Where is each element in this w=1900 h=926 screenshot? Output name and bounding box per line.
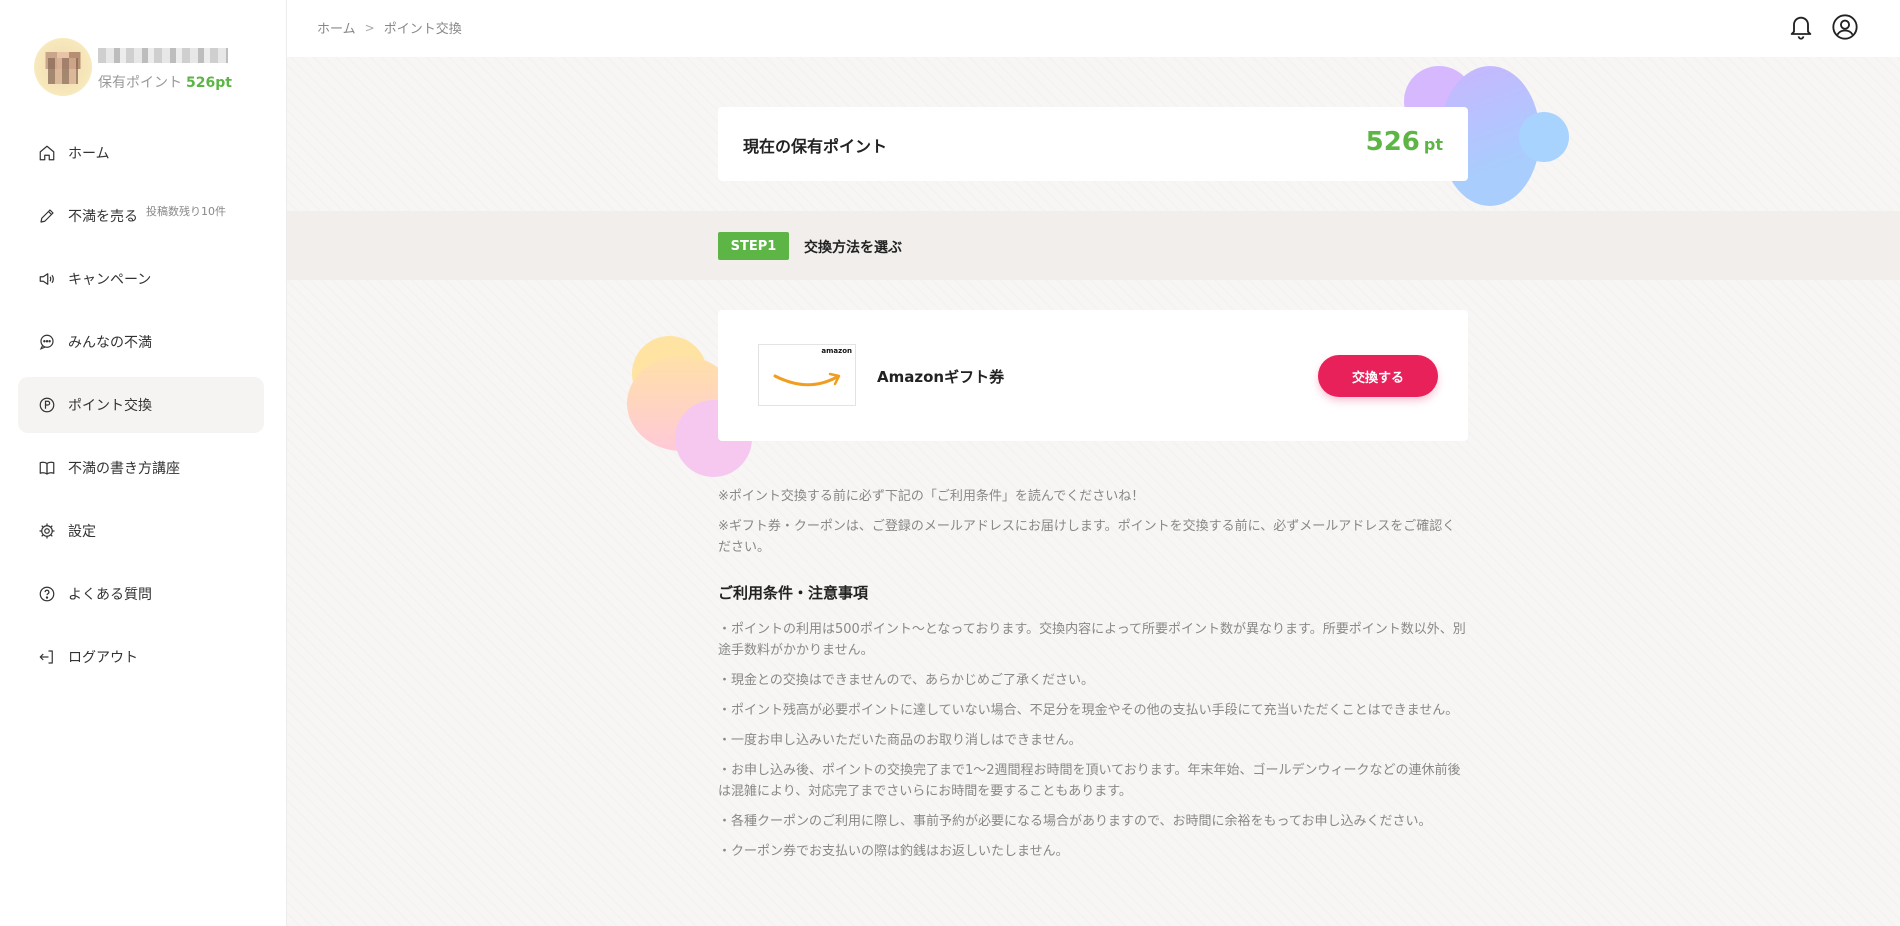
notes-section: ※ポイント交換する前に必ず下記の「ご利用条件」を読んでくださいね！ ※ギフト券・… [718, 486, 1468, 871]
sidebar-item-faq[interactable]: よくある質問 [18, 566, 264, 622]
sidebar-item-logout[interactable]: ログアウト [18, 629, 264, 685]
term-item: ・現金との交換はできませんので、あらかじめご了承ください。 [718, 673, 1094, 688]
terms-title: ご利用条件・注意事項 [718, 584, 869, 602]
sidebar-item-label: よくある質問 [68, 587, 152, 603]
breadcrumb-current: ポイント交換 [383, 22, 462, 37]
username: ■■■ ■■■ ■■■ [98, 48, 228, 63]
chat-icon [39, 334, 54, 350]
term-item: ・クーポン券でお支払いの際は釣銭はお返しいたしません。 [718, 844, 1069, 859]
step-title: 交換方法を選ぶ [804, 240, 902, 256]
term-item: ・各種クーポンのご利用に際し、事前予約が必要になる場合がありますので、お時間に余… [718, 814, 1432, 829]
logout-icon [39, 650, 53, 664]
notification-bell-icon[interactable] [1787, 13, 1815, 41]
breadcrumb-separator: > [364, 20, 375, 35]
gear-icon [39, 523, 55, 539]
sidebar-item-sell[interactable]: 不満を売る 投稿数残り10件 [18, 188, 264, 244]
term-item: ・ポイント残高が必要ポイントに達していない場合、不足分を現金やその他の支払い手段… [718, 703, 1459, 718]
help-icon [39, 586, 55, 602]
points-label: 保有ポイント [98, 75, 182, 91]
sidebar-item-label: 不満の書き方講座 [68, 461, 180, 477]
sidebar-item-label: みんなの不満 [68, 335, 152, 351]
breadcrumb: ホーム > ポイント交換 [317, 18, 462, 38]
term-item: ・ポイントの利用は500ポイント〜となっております。交換内容によって所要ポイント… [718, 622, 1466, 658]
points-unit: pt [1423, 135, 1443, 154]
main-content: ホーム > ポイント交換 現在の保有ポイント 526 pt STEP1 交換方法を… [287, 0, 1900, 926]
exchange-button[interactable]: 交換する [1318, 355, 1438, 397]
sidebar-item-label: ログアウト [68, 650, 138, 666]
top-bar: ホーム > ポイント交換 [287, 0, 1900, 57]
sidebar: ■■■ ■■■ ■■■ 保有ポイント526pt ホーム 不満を売る 投稿数残り1… [0, 0, 287, 926]
book-icon [39, 461, 55, 475]
sidebar-item-label: 設定 [68, 524, 96, 540]
term-item: ・一度お申し込みいただいた商品のお取り消しはできません。 [718, 733, 1082, 748]
amazon-smile-icon [773, 372, 841, 387]
sidebar-item-label: 不満を売る [68, 209, 138, 225]
sidebar-item-label: キャンペーン [68, 272, 152, 288]
avatar[interactable] [34, 38, 92, 96]
note-text: ※ポイント交換する前に必ず下記の「ご利用条件」を読んでくださいね！ [718, 489, 1145, 504]
sidebar-item-everyone[interactable]: みんなの不満 [18, 314, 264, 370]
gift-name: Amazonギフト券 [877, 368, 1005, 386]
points-value: 526pt [186, 75, 232, 91]
profile-block: ■■■ ■■■ ■■■ 保有ポイント526pt [34, 38, 274, 98]
step-band: STEP1 交換方法を選ぶ [287, 211, 1900, 280]
term-item: ・お申し込み後、ポイントの交換完了まで1〜2週間程お時間を頂いております。年末年… [718, 763, 1461, 799]
sidebar-item-settings[interactable]: 設定 [18, 503, 264, 559]
sidebar-nav: ホーム 不満を売る 投稿数残り10件 キャンペーン みんなの不満 ポイント交換 … [18, 125, 264, 692]
profile-points: 保有ポイント 526pt [98, 72, 232, 92]
decorative-blob [1519, 112, 1569, 162]
sidebar-item-point-exchange[interactable]: ポイント交換 [18, 377, 264, 433]
current-points-card: 現在の保有ポイント 526 pt [718, 107, 1468, 181]
step-badge: STEP1 [718, 232, 789, 260]
sidebar-item-writing-course[interactable]: 不満の書き方講座 [18, 440, 264, 496]
points-number: 526 [1365, 127, 1420, 157]
amazon-logo-text: amazon [821, 347, 852, 355]
point-p-icon [39, 397, 55, 413]
sidebar-item-label: ポイント交換 [68, 398, 152, 414]
sidebar-item-home[interactable]: ホーム [18, 125, 264, 181]
sidebar-item-campaign[interactable]: キャンペーン [18, 251, 264, 307]
note-text: ※ギフト券・クーポンは、ご登録のメールアドレスにお届けします。ポイントを交換する… [718, 519, 1456, 555]
home-icon [39, 145, 55, 161]
pencil-icon [40, 209, 54, 223]
megaphone-icon [39, 273, 54, 285]
amazon-gift-card: amazon Amazonギフト券 交換する [718, 310, 1468, 441]
user-account-icon[interactable] [1831, 13, 1859, 41]
current-points-amount: 526 pt [1366, 127, 1443, 157]
current-points-title: 現在の保有ポイント [743, 137, 888, 156]
breadcrumb-home[interactable]: ホーム [317, 18, 356, 37]
amazon-logo: amazon [758, 344, 856, 406]
sidebar-item-label: ホーム [68, 146, 110, 162]
post-count-note: 投稿数残り10件 [146, 205, 226, 218]
